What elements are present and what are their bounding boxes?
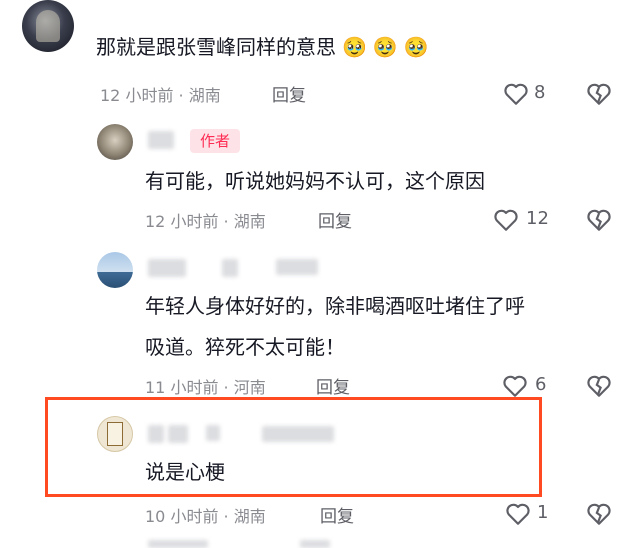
broken-heart-icon[interactable] [586, 502, 612, 526]
redacted-username [206, 425, 220, 441]
reply-text-line-1: 年轻人身体好好的，除非喝酒呕吐堵住了呼 [145, 294, 525, 318]
like-count: 6 [535, 374, 547, 395]
reply-time-location: 11 小时前 · 河南 [145, 378, 266, 397]
commenter-avatar[interactable] [97, 416, 133, 452]
reply-button[interactable]: 回复 [320, 502, 354, 527]
pleading-face-emoji: 🥹 [342, 35, 367, 59]
like-count: 8 [534, 82, 546, 103]
commenter-avatar[interactable] [22, 0, 74, 52]
heart-outline-icon[interactable] [502, 374, 528, 398]
reply-button[interactable]: 回复 [272, 81, 306, 106]
redacted-username [168, 425, 188, 443]
reply-text: 有可能，听说她妈妈不认可，这个原因 [145, 169, 485, 193]
broken-heart-icon[interactable] [586, 208, 612, 232]
like-count: 1 [537, 502, 549, 523]
reply-text: 说是心梗 [145, 460, 225, 484]
redacted-username [222, 259, 238, 277]
broken-heart-icon[interactable] [586, 374, 612, 398]
reply-button[interactable]: 回复 [318, 207, 352, 232]
redacted-username [148, 425, 164, 443]
redacted-username [148, 131, 174, 149]
reply-time-location: 12 小时前 · 湖南 [145, 212, 266, 231]
author-avatar[interactable] [97, 124, 133, 160]
author-badge: 作者 [190, 129, 240, 153]
redacted-username [262, 426, 334, 442]
pleading-face-emoji: 🥹 [372, 35, 398, 59]
heart-outline-icon[interactable] [503, 82, 529, 106]
redacted-username [276, 259, 318, 275]
pleading-face-emoji: 🥹 [403, 35, 429, 59]
reply-text-line-2: 吸道。猝死不太可能！ [145, 335, 345, 359]
reply-time-location: 10 小时前 · 湖南 [145, 507, 266, 526]
like-count: 12 [526, 208, 549, 229]
heart-outline-icon[interactable] [505, 502, 531, 526]
comment-text: 那就是跟张雪峰同样的意思 🥹 🥹 🥹 [96, 35, 429, 59]
commenter-avatar[interactable] [97, 252, 133, 288]
broken-heart-icon[interactable] [586, 82, 612, 106]
redacted-username [148, 259, 186, 277]
heart-outline-icon[interactable] [493, 208, 519, 232]
comment-time-location: 12 小时前 · 湖南 [100, 86, 221, 105]
reply-button[interactable]: 回复 [316, 373, 350, 398]
